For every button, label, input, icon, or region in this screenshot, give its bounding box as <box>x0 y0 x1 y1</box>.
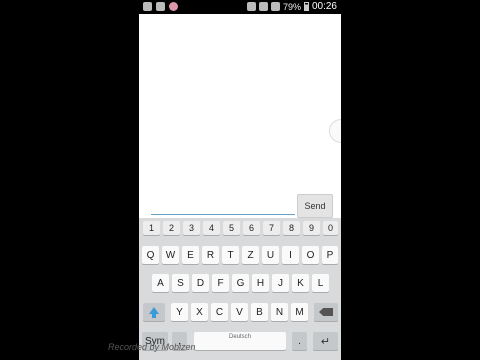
key-l[interactable]: L <box>312 274 329 292</box>
clock: 00:26 <box>311 1 337 12</box>
key-k[interactable]: K <box>292 274 309 292</box>
key-b[interactable]: B <box>251 303 268 321</box>
wifi-icon <box>258 2 268 11</box>
enter-key[interactable]: ↵ <box>313 332 338 350</box>
key-9[interactable]: 9 <box>303 221 320 235</box>
period-key[interactable]: . <box>292 332 307 350</box>
key-7[interactable]: 7 <box>263 221 280 235</box>
keyboard: 1 2 3 4 5 6 7 8 9 0 Q W E R T Z U I O P … <box>139 218 341 360</box>
backspace-icon <box>319 308 333 316</box>
key-0[interactable]: 0 <box>323 221 338 235</box>
letter-row-1: Q W E R T Z U I O P <box>139 246 341 264</box>
key-t[interactable]: T <box>222 246 239 264</box>
key-p[interactable]: P <box>322 246 338 264</box>
email-icon <box>143 2 152 11</box>
phone-screen: 79% 00:26 Send 1 2 3 4 5 6 7 8 9 0 Q W E… <box>139 0 341 360</box>
key-3[interactable]: 3 <box>183 221 200 235</box>
watermark: Recorded by Mobizen <box>108 342 196 352</box>
backspace-key[interactable] <box>314 303 338 321</box>
key-2[interactable]: 2 <box>163 221 180 235</box>
key-c[interactable]: C <box>211 303 228 321</box>
shift-key[interactable] <box>143 303 165 321</box>
key-e[interactable]: E <box>182 246 199 264</box>
chat-area: Send <box>139 14 341 218</box>
mute-icon <box>246 2 256 11</box>
key-4[interactable]: 4 <box>203 221 220 235</box>
enter-icon: ↵ <box>320 335 331 348</box>
download-icon <box>156 2 165 11</box>
key-y[interactable]: Y <box>171 303 188 321</box>
key-a[interactable]: A <box>152 274 169 292</box>
send-button[interactable]: Send <box>297 194 333 218</box>
key-h[interactable]: H <box>252 274 269 292</box>
battery-percent: 79% <box>282 1 301 12</box>
key-w[interactable]: W <box>162 246 179 264</box>
key-s[interactable]: S <box>172 274 189 292</box>
key-z[interactable]: Z <box>242 246 259 264</box>
space-key[interactable]: Deutsch <box>194 332 286 350</box>
shift-arrow-icon <box>149 306 159 318</box>
side-handle[interactable] <box>329 119 341 143</box>
key-m[interactable]: M <box>291 303 308 321</box>
key-u[interactable]: U <box>262 246 279 264</box>
message-input[interactable] <box>151 200 295 215</box>
key-r[interactable]: R <box>202 246 219 264</box>
key-f[interactable]: F <box>212 274 229 292</box>
key-i[interactable]: I <box>282 246 299 264</box>
letter-row-3: Y X C V B N M <box>139 303 341 321</box>
key-x[interactable]: X <box>191 303 208 321</box>
app-avatar-icon <box>169 2 178 11</box>
key-8[interactable]: 8 <box>283 221 300 235</box>
letter-row-2: A S D F G H J K L <box>139 274 341 292</box>
key-o[interactable]: O <box>302 246 319 264</box>
key-1[interactable]: 1 <box>143 221 160 235</box>
status-bar: 79% 00:26 <box>139 0 341 14</box>
key-g[interactable]: G <box>232 274 249 292</box>
battery-icon <box>303 2 309 11</box>
number-row: 1 2 3 4 5 6 7 8 9 0 <box>139 221 341 239</box>
key-n[interactable]: N <box>271 303 288 321</box>
key-j[interactable]: J <box>272 274 289 292</box>
key-6[interactable]: 6 <box>243 221 260 235</box>
key-q[interactable]: Q <box>142 246 159 264</box>
key-5[interactable]: 5 <box>223 221 240 235</box>
signal-icon <box>270 2 280 11</box>
key-v[interactable]: V <box>231 303 248 321</box>
key-d[interactable]: D <box>192 274 209 292</box>
